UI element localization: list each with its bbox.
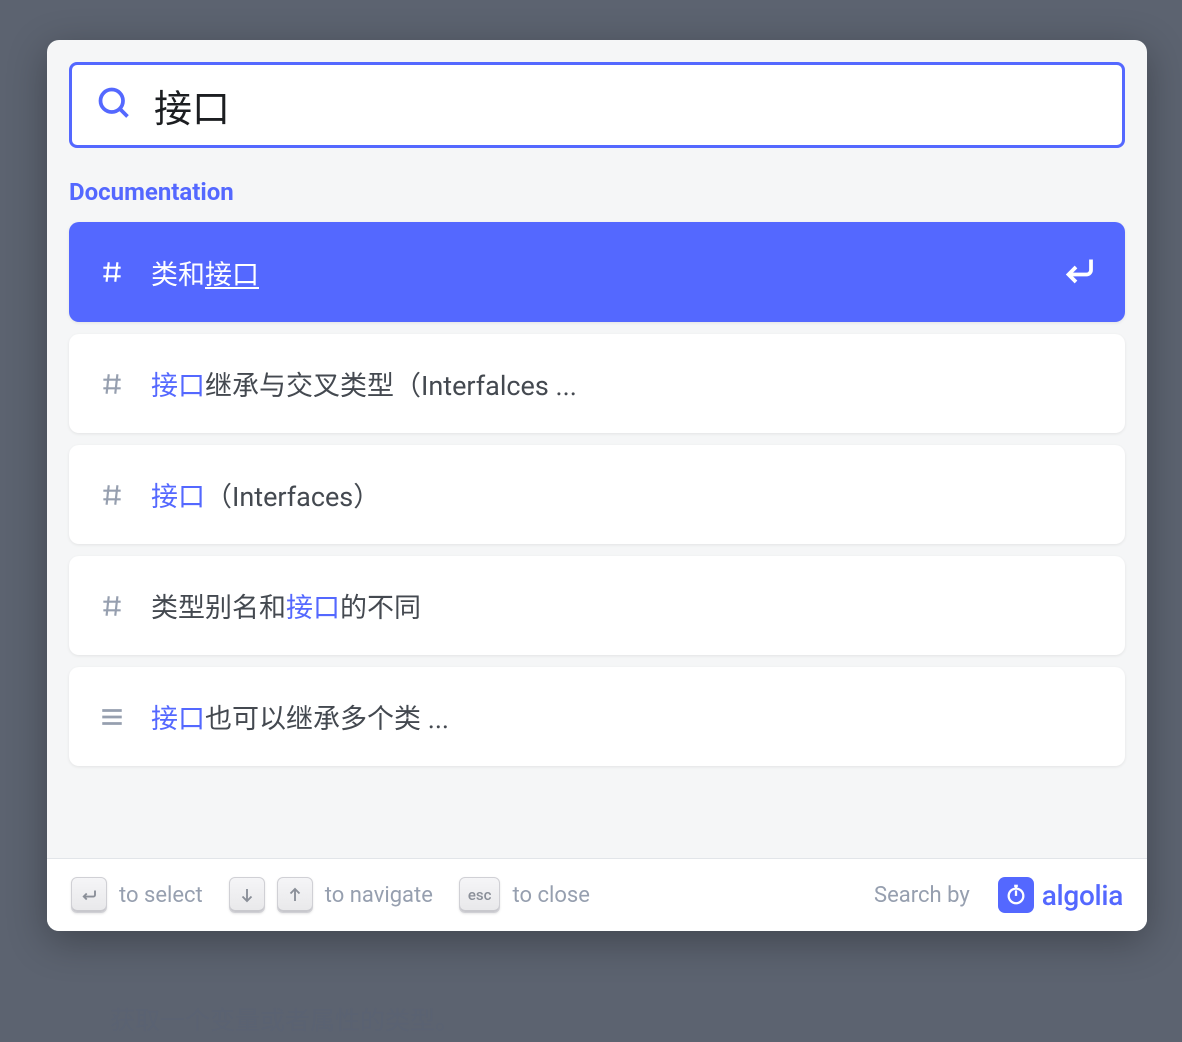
enter-arrow-icon [1061,252,1097,292]
hash-icon [97,369,127,399]
hash-icon [97,257,127,287]
search-by-label: Search by [874,883,970,908]
search-result-item[interactable]: 类型别名和接口的不同 [69,556,1125,655]
search-modal: Documentation 类和接口接口继承与交叉类型（Interfalces … [47,40,1147,931]
close-hint: to close [512,883,589,908]
search-result-item[interactable]: 接口继承与交叉类型（Interfalces ... [69,334,1125,433]
search-result-item[interactable]: 类和接口 [69,222,1125,322]
select-hint: to select [119,883,203,908]
search-input[interactable] [154,83,1098,127]
esc-key-icon: esc [459,877,501,913]
algolia-icon [998,877,1034,913]
search-result-item[interactable]: 接口也可以继承多个类 ... [69,667,1125,766]
results-section-label: Documentation [69,158,1125,222]
search-results: Documentation 类和接口接口继承与交叉类型（Interfalces … [47,148,1147,808]
search-result-title: 接口继承与交叉类型（Interfalces ... [151,364,1097,403]
search-footer: to select to navigate esc to close Searc… [47,858,1147,931]
search-result-title: 类型别名和接口的不同 [151,586,1097,625]
hash-icon [97,480,127,510]
search-result-title: 类和接口 [151,253,1037,292]
paragraph-icon [97,702,127,732]
background-page-text: 获取一个变量或者属性的类型。 [110,1001,460,1037]
arrow-up-key-icon [277,877,313,913]
enter-key-icon [71,877,107,913]
arrow-down-key-icon [229,877,265,913]
hash-icon [97,591,127,621]
search-result-title: 接口也可以继承多个类 ... [151,697,1097,736]
search-icon [96,85,132,125]
search-box[interactable] [69,62,1125,148]
search-result-title: 接口（Interfaces） [151,475,1097,514]
algolia-text: algolia [1042,879,1123,912]
search-result-item[interactable]: 接口（Interfaces） [69,445,1125,544]
algolia-logo[interactable]: algolia [998,877,1123,913]
navigate-hint: to navigate [325,883,433,908]
